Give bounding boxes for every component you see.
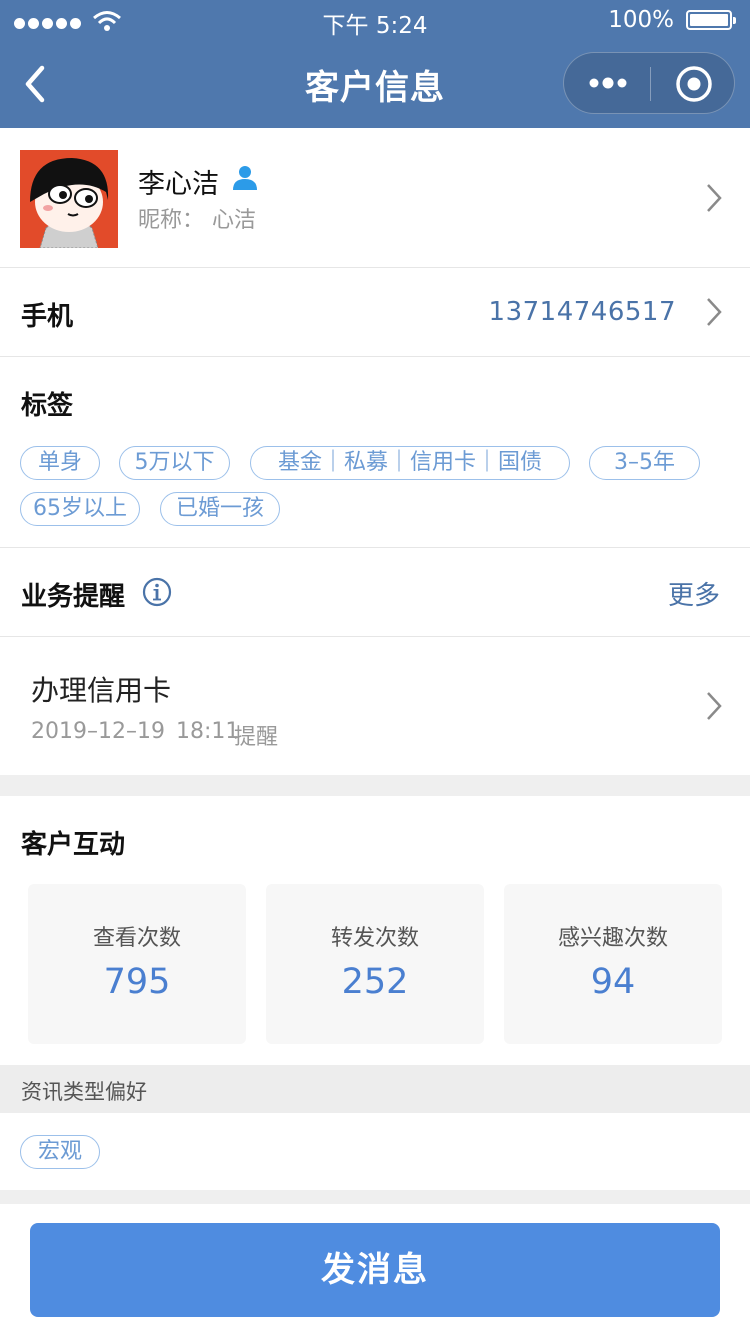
preference-tag-chip: 宏观 — [20, 1135, 100, 1169]
tag-chip: 基金｜私募｜信用卡｜国债 — [250, 446, 570, 480]
chevron-right-icon — [707, 298, 722, 326]
stat-label: 转发次数 — [330, 926, 419, 951]
mini-program-capsule — [563, 52, 735, 114]
info-icon[interactable] — [142, 577, 172, 607]
battery-percentage: 100% — [608, 7, 674, 33]
tag-chip: 已婚一孩 — [160, 492, 280, 526]
stat-label: 查看次数 — [92, 926, 181, 951]
stat-value: 795 — [103, 962, 171, 1002]
tag-chip: 单身 — [20, 446, 100, 480]
avatar-image — [20, 150, 118, 248]
task-title: 办理信用卡 — [31, 674, 172, 707]
send-message-button[interactable]: 发消息 — [30, 1223, 720, 1317]
battery-icon — [686, 10, 736, 30]
more-link[interactable]: 更多 — [668, 575, 720, 612]
nickname-label: 昵称： — [138, 208, 205, 233]
section-gap — [0, 775, 750, 796]
phone-value[interactable]: 13714746517 — [489, 297, 676, 327]
stat-card-interests: 感兴趣次数 94 — [504, 884, 722, 1044]
close-target-icon[interactable] — [674, 64, 714, 104]
capsule-divider — [650, 67, 651, 101]
nickname-value: 心洁 — [212, 208, 257, 233]
stat-card-shares: 转发次数 252 — [266, 884, 484, 1044]
phone-label: 手机 — [21, 302, 74, 332]
stat-card-views: 查看次数 795 — [28, 884, 246, 1044]
tag-chip: 65岁以上 — [20, 492, 140, 526]
more-dots-icon[interactable] — [588, 73, 628, 93]
task-time: 18:11 — [176, 719, 240, 744]
preference-title: 资讯类型偏好 — [21, 1080, 147, 1104]
tag-chip: 3–5年 — [589, 446, 700, 480]
divider — [0, 356, 750, 357]
interaction-title: 客户互动 — [21, 830, 126, 860]
preference-header: 资讯类型偏好 — [0, 1065, 750, 1113]
divider — [0, 547, 750, 548]
customer-name: 李心洁 — [138, 169, 219, 200]
section-gap — [0, 1190, 750, 1204]
stat-label: 感兴趣次数 — [557, 926, 668, 951]
chevron-right-icon — [707, 692, 722, 720]
stat-value: 94 — [590, 962, 636, 1002]
stat-value: 252 — [341, 962, 409, 1002]
tag-chip: 5万以下 — [119, 446, 230, 480]
chevron-right-icon — [707, 184, 722, 212]
tags-title: 标签 — [21, 391, 74, 421]
task-date: 2019–12–19 — [31, 719, 165, 744]
user-icon — [233, 166, 257, 190]
navigation-bar: 客户信息 — [0, 40, 750, 128]
reminder-title: 业务提醒 — [21, 582, 126, 612]
bottom-action-bar: 发消息 — [0, 1204, 750, 1333]
avatar — [20, 150, 118, 248]
status-bar: 下午 5:24 100% — [0, 0, 750, 40]
task-remind-label: 提醒 — [234, 725, 279, 750]
